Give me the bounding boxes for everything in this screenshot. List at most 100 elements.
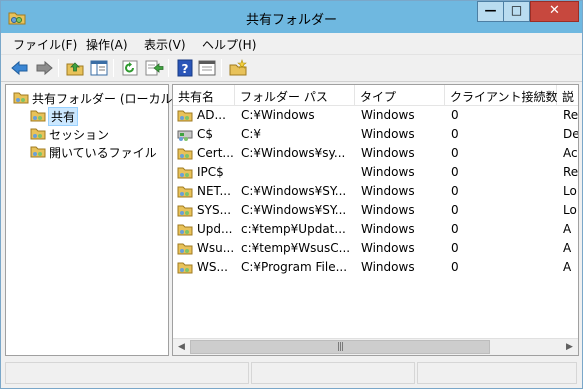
status-segment — [251, 362, 415, 384]
cell-clients: 0 — [451, 241, 459, 255]
column-header-label: クライアント接続数 — [450, 90, 558, 104]
column-header-description[interactable]: 説 — [557, 85, 578, 106]
toolbar-separator — [58, 59, 59, 77]
column-header-label: 説 — [562, 90, 575, 104]
scrollbar-thumb[interactable]: ||| — [190, 340, 490, 354]
cell-path: C:¥Windows — [241, 108, 315, 122]
scroll-right-icon[interactable]: ▶ — [561, 339, 578, 355]
menu-help[interactable]: ヘルプ(H) — [202, 36, 256, 53]
shared-folder-icon — [30, 110, 46, 122]
column-header-share-name[interactable]: 共有名 — [173, 85, 235, 106]
cell-name: C$ — [197, 127, 214, 141]
table-row[interactable]: Cert... C:¥Windows¥sy... Windows 0 Ac — [173, 144, 578, 163]
cell-desc: Lo — [563, 203, 577, 217]
cell-clients: 0 — [451, 127, 459, 141]
table-row[interactable]: Upd... c:¥temp¥Updat... Windows 0 A — [173, 220, 578, 239]
cell-type: Windows — [361, 260, 415, 274]
title-bar[interactable]: 共有フォルダー — □ ✕ — [1, 1, 582, 33]
tree-item-open-files[interactable]: 開いているファイル — [30, 143, 160, 160]
cell-clients: 0 — [451, 260, 459, 274]
shared-folder-icon — [177, 243, 193, 255]
shared-folder-icon — [177, 148, 193, 160]
scroll-left-icon[interactable]: ◀ — [173, 339, 190, 355]
refresh-icon[interactable] — [120, 59, 140, 77]
drive-share-icon — [177, 130, 193, 141]
cell-type: Windows — [361, 184, 415, 198]
cell-type: Windows — [361, 165, 415, 179]
cell-name: SYS... — [197, 203, 232, 217]
tree-item-shared-folders-local[interactable]: 共有フォルダー (ローカル) — [13, 89, 177, 106]
shared-folder-icon — [177, 205, 193, 217]
table-row[interactable]: NET... C:¥Windows¥SY... Windows 0 Lo — [173, 182, 578, 201]
cell-path: C:¥Program File... — [241, 260, 348, 274]
shared-folder-icon — [30, 146, 46, 158]
table-row[interactable]: SYS... C:¥Windows¥SY... Windows 0 Lo — [173, 201, 578, 220]
shared-folder-icon — [177, 224, 193, 236]
cell-name: Wsu... — [197, 241, 235, 255]
close-button[interactable]: ✕ — [530, 1, 579, 22]
table-row[interactable]: WS... C:¥Program File... Windows 0 A — [173, 258, 578, 277]
back-icon[interactable] — [10, 59, 30, 77]
table-row[interactable]: IPC$ Windows 0 Re — [173, 163, 578, 182]
tree-item-sessions[interactable]: セッション — [30, 125, 130, 142]
forward-icon[interactable] — [34, 59, 54, 77]
cell-desc: De — [563, 127, 579, 141]
column-header-label: フォルダー パス — [240, 90, 328, 104]
properties-icon[interactable] — [197, 59, 217, 77]
scrollbar-grip: ||| — [336, 342, 344, 352]
cell-type: Windows — [361, 108, 415, 122]
cell-type: Windows — [361, 146, 415, 160]
cell-name: AD... — [197, 108, 226, 122]
close-icon: ✕ — [549, 3, 560, 18]
column-header-client-connections[interactable]: クライアント接続数 — [445, 85, 558, 106]
toolbar-separator — [221, 59, 222, 77]
cell-desc: Lo — [563, 184, 577, 198]
tree-item-shares[interactable]: 共有 — [30, 107, 90, 126]
cell-clients: 0 — [451, 165, 459, 179]
horizontal-scrollbar[interactable]: ◀ ||| ▶ — [173, 338, 578, 355]
shared-folder-icon — [177, 186, 193, 198]
cell-name: WS... — [197, 260, 228, 274]
shared-folder-icon — [177, 262, 193, 274]
tree-item-label: 共有フォルダー (ローカル) — [32, 92, 178, 106]
console-tree: 共有フォルダー (ローカル) 共有 セッション 開いているファイル — [5, 84, 177, 356]
table-row[interactable]: AD... C:¥Windows Windows 0 Re — [173, 106, 579, 125]
cell-type: Windows — [361, 127, 415, 141]
new-share-icon[interactable] — [228, 59, 248, 77]
cell-desc: Re — [563, 108, 579, 122]
shared-folder-icon — [13, 92, 29, 104]
show-hide-tree-icon[interactable] — [89, 59, 109, 77]
shared-folder-icon — [177, 167, 193, 179]
column-header-folder-path[interactable]: フォルダー パス — [235, 85, 355, 106]
menu-bar: ファイル(F) 操作(A) 表示(V) ヘルプ(H) — [1, 33, 582, 54]
cell-path: c:¥temp¥WsusC... — [241, 241, 351, 255]
maximize-icon: □ — [510, 3, 523, 17]
column-header-type[interactable]: タイプ — [355, 85, 445, 106]
menu-action[interactable]: 操作(A) — [86, 36, 128, 53]
cell-name: Cert... — [197, 146, 234, 160]
cell-clients: 0 — [451, 146, 459, 160]
cell-clients: 0 — [451, 184, 459, 198]
cell-desc: A — [563, 241, 572, 255]
maximize-button[interactable]: □ — [503, 1, 530, 22]
table-row[interactable]: Wsu... c:¥temp¥WsusC... Windows 0 A — [173, 239, 578, 258]
cell-type: Windows — [361, 241, 415, 255]
minimize-button[interactable]: — — [477, 1, 504, 22]
menu-view[interactable]: 表示(V) — [144, 36, 186, 53]
export-list-icon[interactable] — [144, 59, 164, 77]
toolbar-separator — [113, 59, 114, 77]
status-segment — [417, 362, 577, 384]
shared-folder-icon — [177, 110, 193, 122]
menu-file[interactable]: ファイル(F) — [13, 36, 77, 53]
up-folder-icon[interactable] — [65, 59, 85, 77]
cell-clients: 0 — [451, 222, 459, 236]
shared-folder-icon — [30, 128, 46, 140]
status-segment — [5, 362, 249, 384]
table-row[interactable]: C$ C:¥ Windows 0 De — [173, 125, 579, 144]
cell-path: C:¥Windows¥SY... — [241, 203, 347, 217]
cell-type: Windows — [361, 222, 415, 236]
cell-name: Upd... — [197, 222, 233, 236]
help-icon[interactable]: ? — [175, 59, 195, 77]
shares-list: 共有名 フォルダー パス タイプ クライアント接続数 説 AD... C:¥Win… — [172, 84, 579, 356]
shared-folders-window: 共有フォルダー — □ ✕ ファイル(F) 操作(A) 表示(V) ヘルプ(H) — [0, 0, 583, 389]
